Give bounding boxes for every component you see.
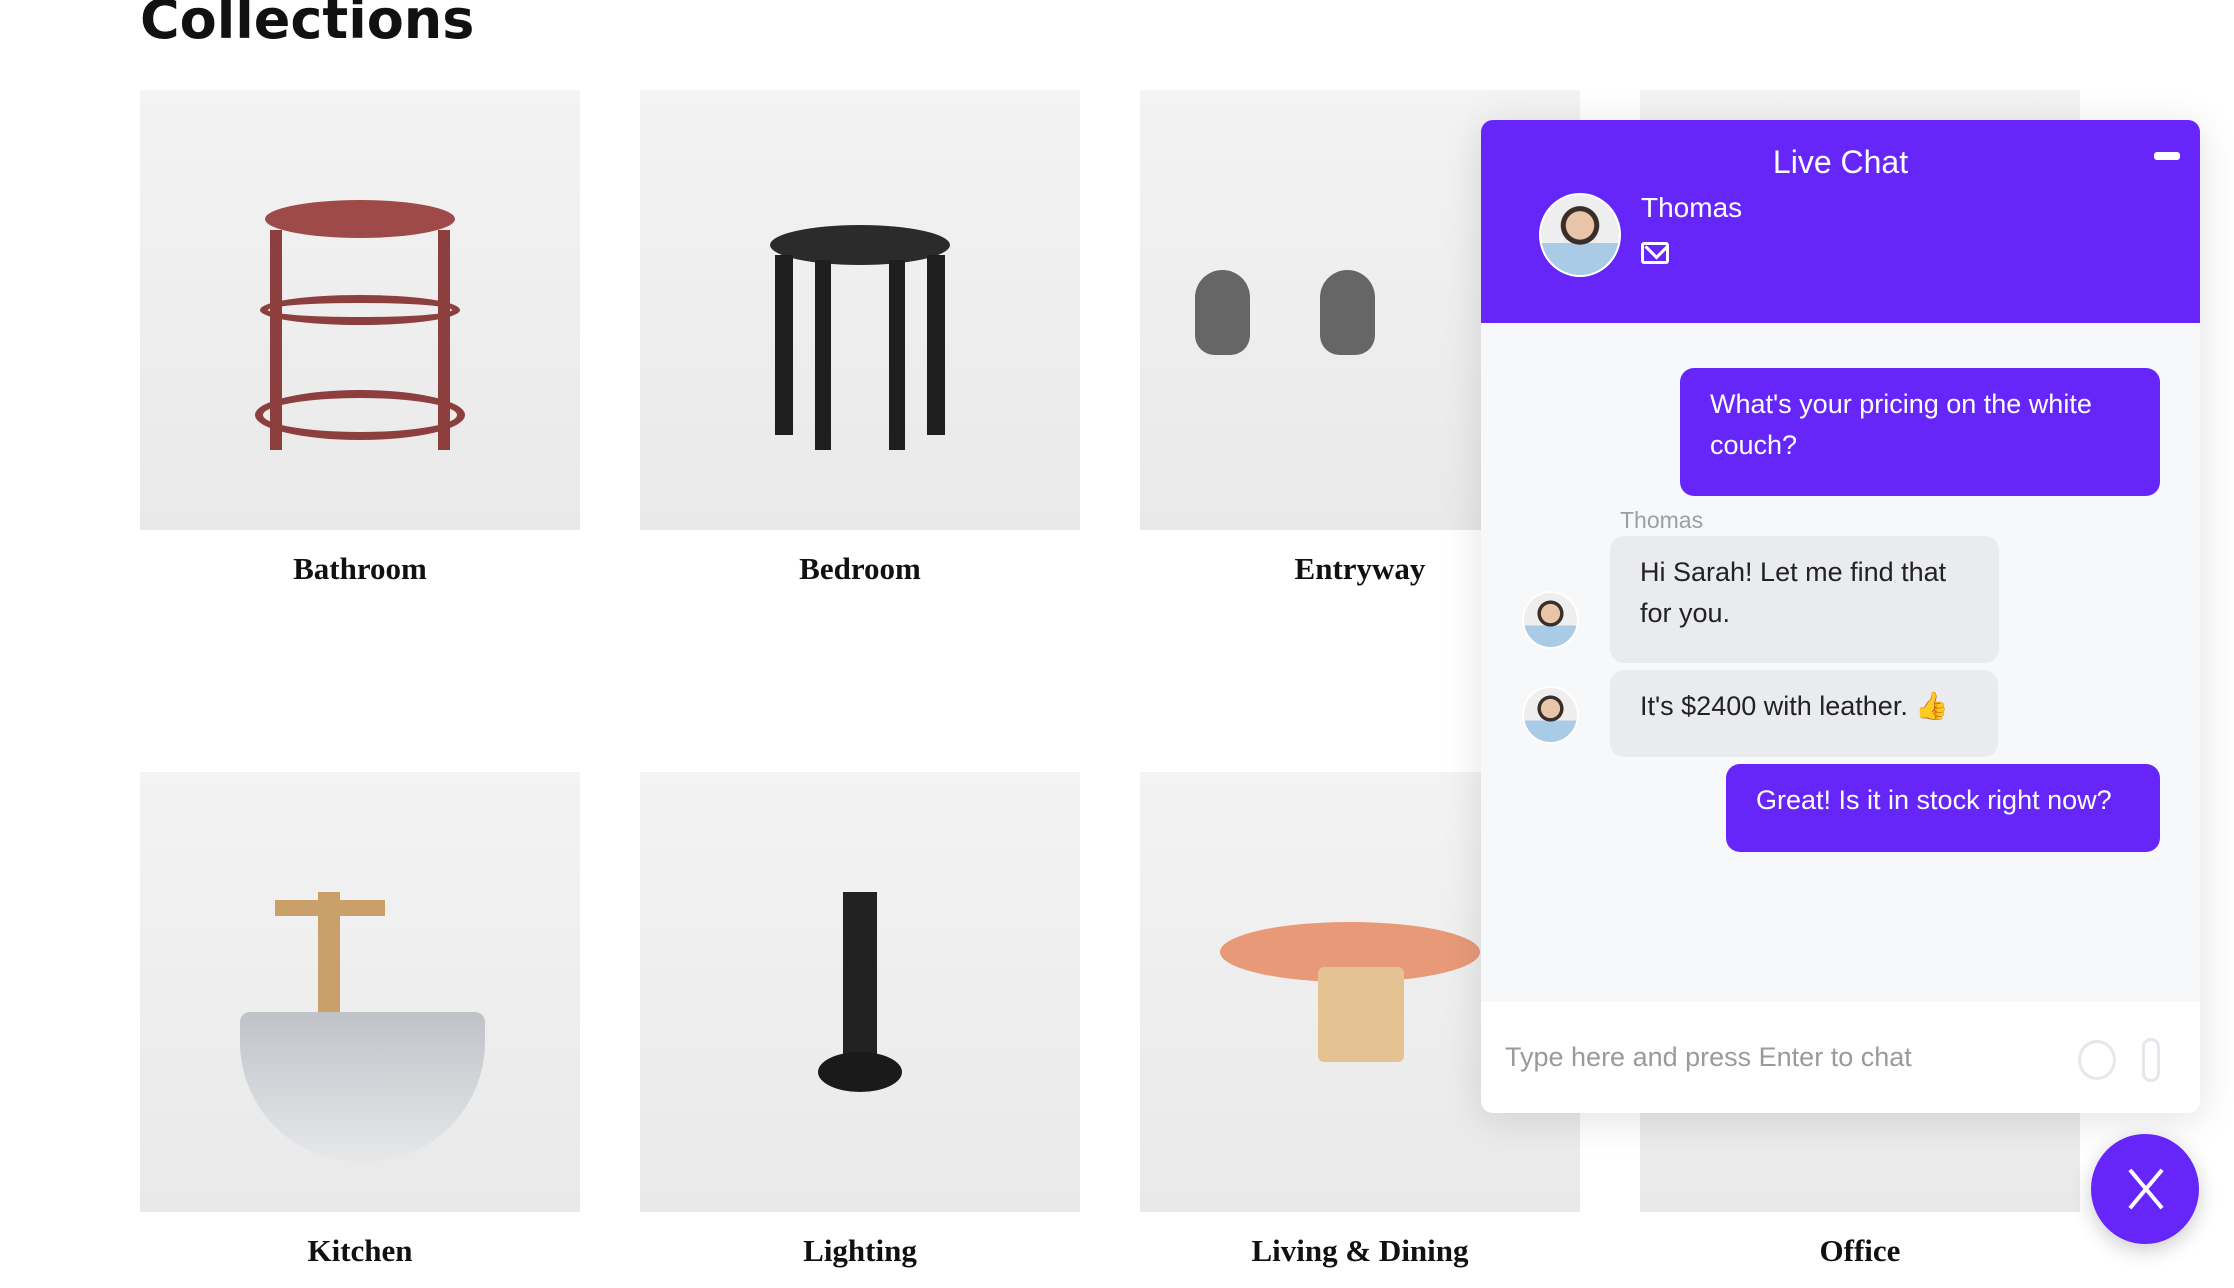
live-chat-widget: Live Chat Thomas What's your pricing on … xyxy=(1481,120,2200,1113)
collection-bedroom-image[interactable] xyxy=(640,90,1080,530)
agent-avatar xyxy=(1522,686,1579,744)
collection-label[interactable]: Office xyxy=(1640,1233,2080,1269)
mail-icon[interactable] xyxy=(1641,242,1669,264)
collection-label[interactable]: Bathroom xyxy=(140,551,580,587)
collection-lighting-image[interactable] xyxy=(640,772,1080,1212)
chat-title: Live Chat xyxy=(1772,144,1909,180)
agent-avatar xyxy=(1539,193,1621,277)
collection-bathroom-image[interactable] xyxy=(140,90,580,530)
close-chat-button[interactable] xyxy=(2091,1134,2199,1244)
agent-message: Hi Sarah! Let me find that for you. xyxy=(1610,536,1999,663)
chat-header: Live Chat Thomas xyxy=(1481,120,2200,323)
agent-message: It's $2400 with leather. 👍 xyxy=(1610,670,1998,757)
collection-label[interactable]: Bedroom xyxy=(640,551,1080,587)
chat-input[interactable] xyxy=(1505,1032,2065,1082)
agent-name: Thomas xyxy=(1641,192,1743,223)
page-title: Collections xyxy=(140,0,475,51)
collection-label[interactable]: Lighting xyxy=(640,1233,1080,1269)
collection-label[interactable]: Kitchen xyxy=(140,1233,580,1269)
emoji-icon[interactable] xyxy=(2078,1040,2116,1080)
paperclip-icon[interactable] xyxy=(2142,1038,2160,1082)
user-message: Great! Is it in stock right now? xyxy=(1726,764,2160,852)
chat-input-bar xyxy=(1481,1002,2200,1113)
message-sender: Thomas xyxy=(1620,507,1704,533)
collection-label[interactable]: Living & Dining xyxy=(1140,1233,1580,1269)
minimize-icon[interactable] xyxy=(2154,152,2180,160)
collection-kitchen-image[interactable] xyxy=(140,772,580,1212)
agent-avatar xyxy=(1522,591,1579,649)
user-message: What's your pricing on the white couch? xyxy=(1680,368,2160,496)
